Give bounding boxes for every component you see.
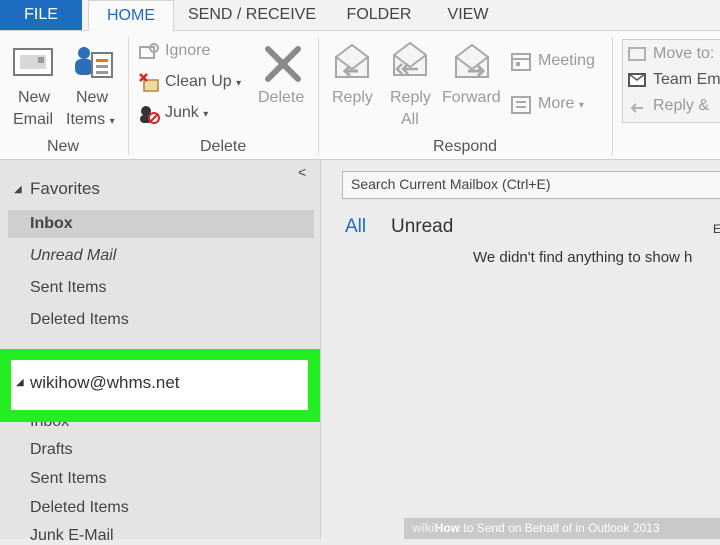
new-items-label-1: New (76, 89, 109, 106)
reply-all-button[interactable]: Reply All (386, 37, 436, 133)
tab-folder[interactable]: FOLDER (336, 0, 422, 30)
forward-icon (455, 43, 489, 78)
dropdown-arrow-icon: ▾ (236, 78, 242, 89)
reply-all-icon (393, 41, 427, 76)
group-separator (318, 37, 319, 155)
watermark-brand: wiki (412, 521, 435, 535)
new-items-icon (75, 47, 113, 78)
folder-junk-email[interactable]: Junk E-Mail (30, 527, 114, 545)
expand-triangle-icon: ◢ (16, 377, 24, 388)
ignore-button[interactable]: Ignore (138, 41, 238, 65)
meeting-button[interactable]: Meeting (510, 51, 606, 75)
dropdown-arrow-icon: ▾ (109, 116, 115, 127)
quick-steps-gallery: Move to: Team Em Reply & (622, 39, 720, 123)
filter-unread[interactable]: Unread (391, 216, 453, 238)
tab-send-receive[interactable]: SEND / RECEIVE (182, 0, 322, 30)
favorites-header[interactable]: Favorites (30, 179, 100, 199)
junk-icon (140, 106, 160, 124)
junk-label: Junk ▾ (165, 104, 208, 122)
collapse-pane-icon[interactable]: < (298, 164, 306, 180)
group-separator (128, 37, 129, 155)
reply-label: Reply (332, 89, 373, 106)
message-list-pane: Search Current Mailbox (Ctrl+E) All Unre… (320, 160, 720, 539)
forward-label: Forward (442, 89, 501, 106)
clean-up-label: Clean Up ▾ (165, 73, 241, 91)
new-email-label-2: Email (13, 111, 54, 128)
more-button[interactable]: More ▾ (510, 94, 606, 118)
new-email-button[interactable]: New Email (8, 45, 58, 135)
group-separator (612, 37, 613, 155)
team-email-icon (628, 73, 646, 87)
tab-home[interactable]: HOME (88, 0, 174, 32)
reply-all-label-2: All (401, 111, 419, 128)
new-items-label-2: Items ▾ (66, 111, 115, 129)
reply-all-label-1: Reply (390, 89, 431, 106)
folder-favorites-inbox[interactable]: Inbox (30, 215, 73, 233)
folder-favorites-sent-items[interactable]: Sent Items (30, 279, 106, 297)
dropdown-arrow-icon: ▾ (203, 109, 209, 120)
more-icon (511, 96, 531, 114)
envelope-icon (13, 48, 53, 76)
new-email-label-1: New (18, 89, 51, 106)
reply-delete-icon (630, 103, 643, 113)
watermark-text: wikiHow to Send on Behalf of in Outlook … (412, 521, 660, 535)
team-email-label: Team Em (653, 71, 720, 88)
filter-all[interactable]: All (345, 216, 366, 238)
watermark-caption: to Send on Behalf of in Outlook 2013 (460, 521, 660, 535)
more-label: More ▾ (538, 95, 584, 113)
quick-step-reply-delete[interactable]: Reply & (627, 96, 720, 118)
reply-delete-label: Reply & (653, 97, 710, 114)
expand-triangle-icon[interactable]: ◢ (14, 184, 22, 195)
move-to-icon (628, 47, 646, 61)
ignore-label: Ignore (165, 42, 211, 59)
meeting-label: Meeting (538, 52, 595, 69)
folder-unread-mail[interactable]: Unread Mail (30, 247, 116, 265)
junk-button[interactable]: Junk ▾ (138, 103, 228, 127)
folder-favorites-deleted-items[interactable]: Deleted Items (30, 311, 129, 329)
clean-up-icon (139, 73, 159, 92)
search-mailbox-input[interactable]: Search Current Mailbox (Ctrl+E) (342, 171, 720, 199)
new-items-button[interactable]: New Items ▾ (64, 41, 124, 133)
empty-list-message: We didn't find anything to show h (473, 249, 693, 266)
watermark-brand-bold: How (434, 521, 461, 535)
clean-up-button[interactable]: Clean Up ▾ (138, 72, 248, 96)
meeting-icon (511, 53, 531, 71)
quick-step-move-to[interactable]: Move to: (627, 44, 720, 66)
delete-label: Delete (258, 89, 305, 106)
folder-account-deleted-items[interactable]: Deleted Items (30, 499, 129, 517)
ribbon-tab-bar: FILE HOME SEND / RECEIVE FOLDER VIEW (0, 0, 720, 32)
reply-icon (335, 43, 369, 78)
group-label-new: New (47, 138, 80, 155)
ribbon: New Email New Items ▾ New Ignore Clean U… (0, 31, 720, 160)
arrange-icon[interactable]: E (713, 222, 720, 236)
folder-drafts[interactable]: Drafts (30, 441, 73, 459)
tab-view[interactable]: VIEW (438, 0, 498, 30)
account-name: wikihow@whms.net (30, 373, 180, 392)
reply-button[interactable]: Reply (328, 41, 378, 125)
junk-text: Junk (165, 104, 199, 121)
search-placeholder: Search Current Mailbox (Ctrl+E) (351, 176, 551, 192)
forward-button[interactable]: Forward (442, 41, 506, 125)
group-label-respond: Respond (433, 138, 498, 155)
ignore-icon (139, 43, 159, 59)
quick-step-team-email[interactable]: Team Em (627, 70, 720, 92)
wikihow-watermark: wikiHow to Send on Behalf of in Outlook … (404, 518, 720, 539)
account-highlight-box: ◢ wikihow@whms.net (0, 349, 321, 422)
folder-account-sent-items[interactable]: Sent Items (30, 470, 106, 488)
move-to-label: Move to: (653, 45, 715, 62)
group-label-delete: Delete (200, 138, 247, 155)
dropdown-arrow-icon: ▾ (578, 100, 584, 111)
delete-x-icon (265, 46, 301, 82)
account-row[interactable]: ◢ wikihow@whms.net (11, 360, 308, 410)
new-items-text: Items (66, 111, 106, 128)
more-text: More (538, 95, 575, 112)
tab-file[interactable]: FILE (0, 0, 82, 30)
clean-up-text: Clean Up (165, 73, 232, 90)
delete-button[interactable]: Delete (254, 43, 310, 123)
